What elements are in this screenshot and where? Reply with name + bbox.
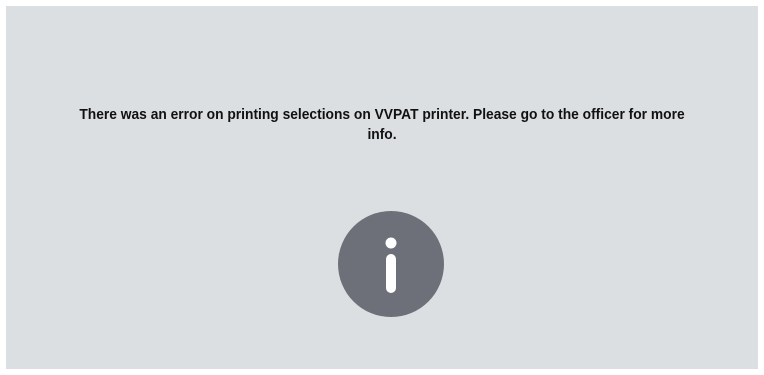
error-screen: There was an error on printing selection… [6,6,758,369]
info-icon [338,211,444,317]
error-message: There was an error on printing selection… [79,106,685,143]
